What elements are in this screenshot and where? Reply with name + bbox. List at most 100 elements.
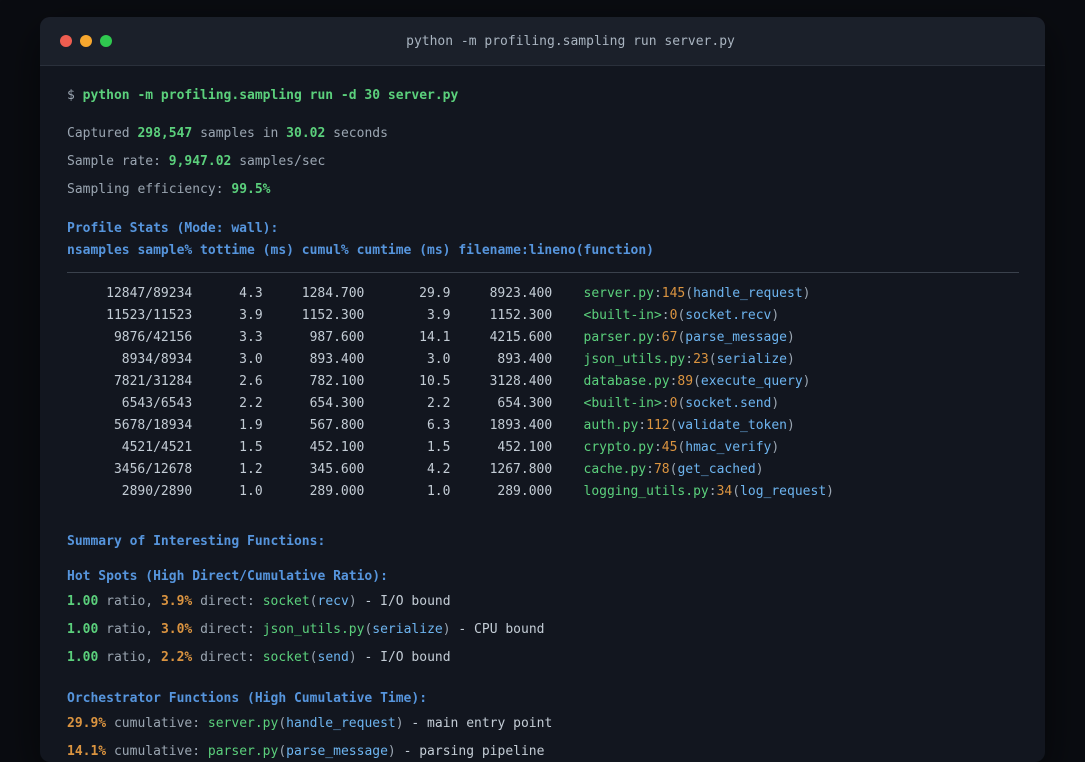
text-segment: :	[653, 330, 662, 345]
text-segment: handle_request	[693, 286, 803, 301]
text-segment: socket.send	[685, 396, 772, 411]
table-cell: 567.800	[309, 418, 365, 433]
table-cell: 7821/31284	[113, 374, 193, 389]
text-segment: Sample rate:	[67, 154, 169, 169]
table-row: 8934/8934 3.0 893.400 3.0 893.400 json_utils.…	[67, 349, 1045, 371]
text-segment: - I/O bound	[356, 650, 451, 665]
table-cell: 14.1	[419, 330, 451, 345]
text-segment: :	[708, 484, 717, 499]
text-segment: cumulative:	[106, 744, 208, 759]
text-segment: 34	[716, 484, 733, 499]
text-segment: (	[278, 716, 287, 731]
text-segment: handle_request	[286, 716, 396, 731]
window-controls	[60, 35, 116, 47]
table-row: 5678/18934 1.9 567.800 6.3 1893.400 auth.py:1…	[67, 415, 1045, 437]
orchestrators-title: Orchestrator Functions (High Cumulative …	[67, 691, 428, 706]
table-cell: 3.0	[426, 352, 451, 367]
text-segment: direct:	[192, 594, 263, 609]
command-line: $ python -m profiling.sampling run -d 30…	[67, 82, 1045, 110]
terminal-line: 1.00 ratio, 3.9% direct: socket(recv) - …	[67, 588, 1045, 616]
table-row: 2890/2890 1.0 289.000 1.0 289.000 logging_uti…	[67, 481, 1045, 503]
text-segment: samples/sec	[231, 154, 326, 169]
table-cell: 1.5	[426, 440, 451, 455]
hotspots-title: Hot Spots (High Direct/Cumulative Ratio)…	[67, 569, 388, 584]
table-cell: 3.9	[239, 308, 263, 323]
table-cell: 1.5	[239, 440, 263, 455]
table-cell: 987.600	[309, 330, 365, 345]
table-cell: 1893.400	[489, 418, 553, 433]
text-segment: )	[826, 484, 834, 499]
close-button[interactable]	[60, 35, 72, 47]
text-segment: <built-in>	[583, 308, 662, 323]
table-cell: 2.6	[239, 374, 263, 389]
text-segment: log_request	[740, 484, 827, 499]
terminal-line: 14.1% cumulative: parser.py(parse_messag…	[67, 738, 1045, 762]
text-segment: parse_message	[286, 744, 388, 759]
text-segment: direct:	[192, 622, 263, 637]
terminal-line: 1.00 ratio, 2.2% direct: socket(send) - …	[67, 644, 1045, 672]
maximize-button[interactable]	[100, 35, 112, 47]
table-cell: 452.100	[497, 440, 553, 455]
text-segment: - main entry point	[403, 716, 553, 731]
text-segment: )	[755, 462, 764, 477]
table-cell: 3.0	[239, 352, 263, 367]
table-cell: 3.9	[426, 308, 451, 323]
text-segment: serialize	[372, 622, 443, 637]
text-segment: cumulative:	[106, 716, 208, 731]
text-segment: )	[802, 374, 811, 389]
text-segment: validate_token	[677, 418, 788, 433]
table-cell: 654.300	[497, 396, 553, 411]
window-titlebar: python -m profiling.sampling run server.…	[40, 17, 1045, 66]
table-cell: 8923.400	[489, 286, 553, 301]
table-cell: 1.0	[426, 484, 451, 499]
minimize-button[interactable]	[80, 35, 92, 47]
text-segment: )	[787, 330, 795, 345]
text-segment: :	[638, 418, 647, 433]
text-segment: 1.00	[67, 650, 99, 665]
text-segment: recv	[317, 594, 349, 609]
text-segment: parser.py	[583, 330, 654, 345]
table-cell: 12847/89234	[106, 286, 193, 301]
text-segment: (	[732, 484, 741, 499]
text-segment: 298,547	[137, 126, 193, 141]
terminal-content: $ python -m profiling.sampling run -d 30…	[40, 66, 1045, 762]
terminal-line: Captured 298,547 samples in 30.02 second…	[67, 120, 1045, 148]
text-segment: :	[685, 352, 694, 367]
text-segment: )	[348, 650, 357, 665]
table-cell: 893.400	[309, 352, 365, 367]
table-row: 6543/6543 2.2 654.300 2.2 654.300 <built-in>:…	[67, 393, 1045, 415]
text-segment: database.py	[583, 374, 670, 389]
text-segment: )	[442, 622, 451, 637]
text-segment: (	[708, 352, 717, 367]
text-segment: (	[309, 650, 318, 665]
text-segment: 67	[661, 330, 678, 345]
summary-title: Summary of Interesting Functions:	[67, 534, 326, 549]
text-segment: socket	[262, 650, 310, 665]
table-row: 11523/11523 3.9 1152.300 3.9 1152.300 <built-…	[67, 305, 1045, 327]
text-segment: (	[693, 374, 701, 389]
table-cell: 3456/12678	[113, 462, 193, 477]
text-segment: send	[317, 650, 349, 665]
text-segment: 1.00	[67, 622, 99, 637]
text-segment: 3.0%	[160, 622, 193, 637]
table-cell: 2.2	[426, 396, 451, 411]
text-segment: hmac_verify	[685, 440, 772, 455]
terminal-line: 29.9% cumulative: server.py(handle_reque…	[67, 710, 1045, 738]
text-segment: 145	[661, 286, 686, 301]
text-segment: 29.9%	[67, 716, 107, 731]
terminal-line: Sample rate: 9,947.02 samples/sec	[67, 148, 1045, 176]
table-cell: 1284.700	[301, 286, 365, 301]
text-segment: parse_message	[685, 330, 788, 345]
table-cell: 2890/2890	[121, 484, 193, 499]
text-segment: - I/O bound	[356, 594, 451, 609]
capture-stats: Captured 298,547 samples in 30.02 second…	[67, 120, 1045, 204]
terminal-window: python -m profiling.sampling run server.…	[40, 17, 1045, 762]
text-segment: samples in	[192, 126, 287, 141]
text-segment: direct:	[192, 650, 263, 665]
text-segment: ratio,	[98, 622, 161, 637]
text-segment: parser.py	[207, 744, 279, 759]
text-segment: 14.1%	[67, 744, 107, 759]
table-cell: 1.0	[239, 484, 263, 499]
text-segment: )	[771, 440, 780, 455]
text-segment: (	[309, 594, 318, 609]
